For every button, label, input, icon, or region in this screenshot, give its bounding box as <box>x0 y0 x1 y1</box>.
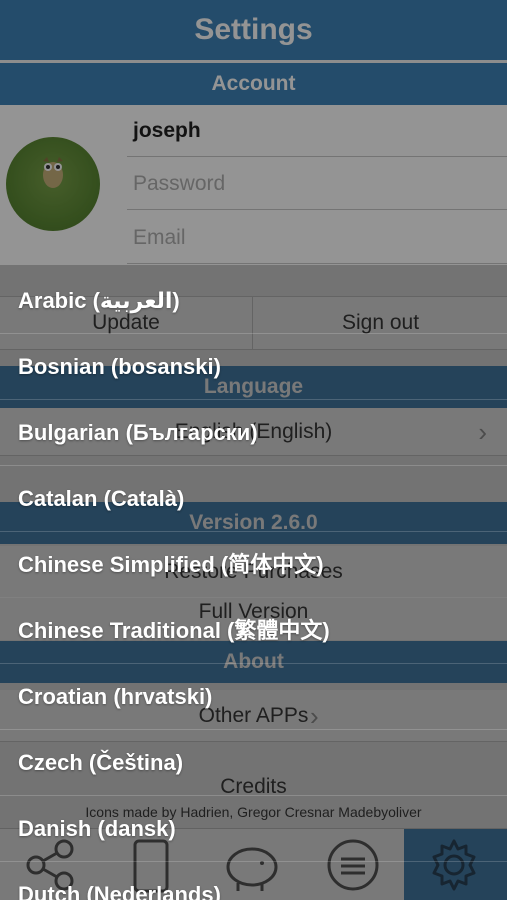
picker-item-czech[interactable]: Czech (Čeština) <box>0 730 507 796</box>
picker-item-croatian[interactable]: Croatian (hrvatski) <box>0 664 507 730</box>
picker-item-dutch[interactable]: Dutch (Nederlands) <box>0 862 507 900</box>
language-picker-list: Arabic (العربية) Bosnian (bosanski) Bulg… <box>0 265 507 900</box>
picker-item-chinese-simplified[interactable]: Chinese Simplified (简体中文) <box>0 532 507 598</box>
picker-item-catalan[interactable]: Catalan (Català) <box>0 466 507 532</box>
picker-item-bulgarian[interactable]: Bulgarian (Български) <box>0 400 507 466</box>
picker-item-danish[interactable]: Danish (dansk) <box>0 796 507 862</box>
picker-item-arabic[interactable]: Arabic (العربية) <box>0 268 507 334</box>
picker-item-chinese-traditional[interactable]: Chinese Traditional (繁體中文) <box>0 598 507 664</box>
picker-item-bosnian[interactable]: Bosnian (bosanski) <box>0 334 507 400</box>
